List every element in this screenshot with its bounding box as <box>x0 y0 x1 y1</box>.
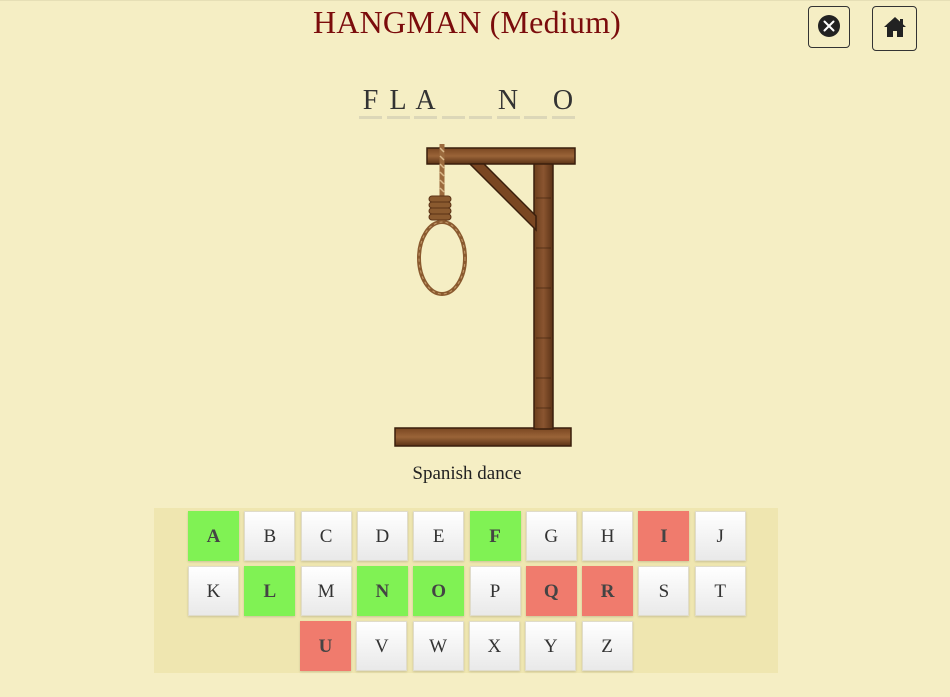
letter-key-v[interactable]: V <box>356 621 408 671</box>
letter-key-a[interactable]: A <box>188 511 239 561</box>
word-letter-slot <box>469 84 492 119</box>
word-letter-slot: A <box>414 84 437 119</box>
word-letter-slot: F <box>359 84 382 119</box>
letter-key-x[interactable]: X <box>468 621 520 671</box>
home-button[interactable] <box>872 6 917 51</box>
close-button[interactable] <box>808 6 850 48</box>
letter-key-t[interactable]: T <box>694 566 746 616</box>
letter-key-p[interactable]: P <box>469 566 521 616</box>
letter-key-d[interactable]: D <box>356 511 408 561</box>
top-border <box>0 0 950 1</box>
letter-key-w[interactable]: W <box>412 621 464 671</box>
letter-key-o[interactable]: O <box>413 566 465 616</box>
letter-keyboard: ABCDEFGHIJ KLMNOPQRST UVWXYZ <box>154 508 778 673</box>
gallows-image <box>390 138 580 455</box>
letter-key-j[interactable]: J <box>694 511 746 561</box>
game-title: HANGMAN (Medium) <box>312 4 622 40</box>
letter-key-q[interactable]: Q <box>525 566 577 616</box>
home-icon <box>883 16 907 41</box>
letter-key-e[interactable]: E <box>413 511 465 561</box>
letter-key-i[interactable]: I <box>638 511 690 561</box>
clue-text: Spanish dance <box>412 463 522 484</box>
letter-key-k[interactable]: K <box>188 566 239 616</box>
word-letter-slot: O <box>551 84 575 119</box>
word-letter-slot: L <box>386 84 410 119</box>
letter-key-n[interactable]: N <box>356 566 408 616</box>
letter-key-b[interactable]: B <box>244 511 296 561</box>
word-display: FLA NO <box>359 84 579 119</box>
letter-key-f[interactable]: F <box>469 511 521 561</box>
letter-key-z[interactable]: Z <box>581 621 633 671</box>
letter-key-u[interactable]: U <box>300 621 351 671</box>
word-letter-slot <box>524 84 547 119</box>
letter-key-y[interactable]: Y <box>525 621 577 671</box>
close-circle-icon <box>817 14 841 41</box>
letter-key-m[interactable]: M <box>300 566 352 616</box>
letter-key-l[interactable]: L <box>244 566 296 616</box>
letter-key-h[interactable]: H <box>582 511 634 561</box>
letter-key-s[interactable]: S <box>638 566 690 616</box>
letter-key-c[interactable]: C <box>300 511 352 561</box>
letter-key-g[interactable]: G <box>525 511 577 561</box>
word-letter-slot <box>441 84 465 119</box>
letter-key-r[interactable]: R <box>582 566 634 616</box>
word-letter-slot: N <box>496 84 520 119</box>
